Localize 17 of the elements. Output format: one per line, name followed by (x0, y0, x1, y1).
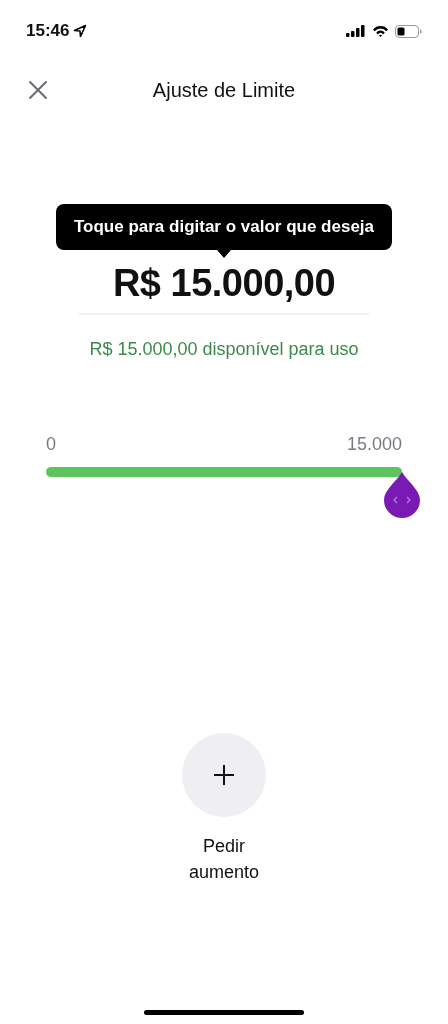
plus-icon (213, 764, 235, 786)
min-label: 0 (46, 434, 56, 455)
amount-field[interactable]: R$ 15.000,00 (112, 258, 336, 313)
tooltip: Toque para digitar o valor que deseja (55, 204, 393, 250)
location-arrow-icon (73, 24, 88, 38)
close-button[interactable] (26, 78, 50, 102)
action-label: Pedir aumento (187, 835, 261, 884)
signal-icon (346, 25, 366, 37)
slider-handle[interactable] (384, 472, 420, 518)
screen-title: Ajuste de Limite (152, 78, 296, 102)
close-icon (28, 80, 48, 100)
battery-icon (395, 24, 422, 38)
status-time: 15:46 (26, 21, 70, 41)
tooltip-pointer (217, 250, 231, 258)
available-text: R$ 15.000,00 disponível para uso (89, 339, 359, 360)
wifi-icon (372, 25, 389, 37)
max-label: 15.000 (346, 434, 402, 455)
